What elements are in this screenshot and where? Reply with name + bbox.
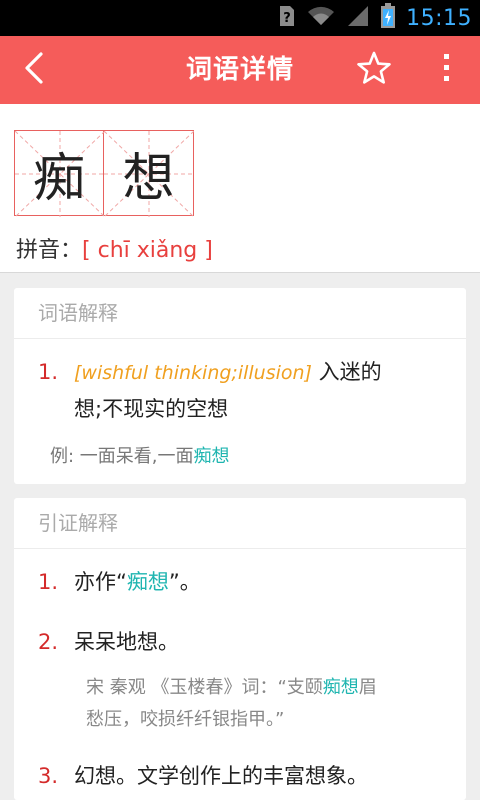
citation-quote: 宋 秦观 《玉楼春》词：“支颐痴想眉 愁压，咬损纤纤银指甲。”	[86, 672, 446, 736]
character: 痴	[32, 148, 85, 209]
svg-text:?: ?	[283, 11, 291, 26]
battery-icon	[380, 3, 396, 33]
character-box: 痴	[14, 130, 105, 217]
more-options-button[interactable]	[422, 46, 470, 94]
page-title: 词语详情	[185, 55, 294, 85]
status-icons: ? 15:15	[278, 0, 472, 36]
character-grid: 痴 想	[14, 130, 194, 217]
definition-number: 1.	[38, 360, 59, 384]
definition-english: [wishful thinking;illusion]	[74, 362, 312, 384]
character: 想	[122, 148, 175, 209]
quote-text-line2: 愁压，咬损纤纤银指甲。”	[86, 709, 285, 730]
pinyin-value: [ chī xiǎng ]	[82, 238, 213, 263]
wifi-icon	[306, 5, 336, 31]
citation-text-pre: 亦作“	[74, 570, 127, 594]
example-link[interactable]: 痴想	[194, 446, 230, 467]
citation-number: 3.	[38, 764, 59, 788]
quote-text-post: 眉	[358, 677, 377, 698]
citations-title: 引证解释	[14, 498, 466, 549]
quote-text-pre: 宋 秦观 《玉楼春》词：“支颐	[86, 677, 323, 698]
favorite-button[interactable]	[350, 46, 398, 94]
status-time: 15:15	[406, 5, 472, 31]
citation-text: 幻想。文学创作上的丰富想象。	[74, 764, 368, 788]
citation-number: 2.	[38, 630, 59, 654]
more-vertical-icon	[441, 52, 451, 88]
example-prefix: 例: 一面呆看,一面	[50, 446, 194, 467]
citations-card: 引证解释 1. 亦作“痴想”。 2. 呆呆地想。 宋 秦观 《玉楼春》词：“支颐…	[14, 498, 466, 800]
citation-number: 1.	[38, 570, 59, 594]
character-box: 想	[104, 130, 194, 217]
citation-link[interactable]: 痴想	[127, 570, 169, 594]
status-bar: ? 15:15	[0, 0, 480, 36]
quote-link[interactable]: 痴想	[323, 677, 359, 698]
star-outline-icon	[356, 51, 392, 89]
example-sentence: 例: 一面呆看,一面痴想	[50, 442, 230, 468]
definitions-card: 词语解释 1. [wishful thinking;illusion] 入迷的 …	[14, 288, 466, 484]
citation-text-post: ”。	[168, 570, 201, 594]
definition-chinese-line2: 想;不现实的空想	[74, 397, 229, 421]
definition-chinese-line1: 入迷的	[318, 360, 382, 384]
citation-text: 亦作“痴想”。	[74, 564, 446, 600]
sim-unknown-icon: ?	[278, 5, 296, 31]
word-header: 痴 想 拼音：[ chī xiǎng ]	[0, 104, 480, 273]
definition-text: [wishful thinking;illusion] 入迷的 想;不现实的空想	[74, 354, 446, 427]
pinyin-label: 拼音：	[16, 238, 83, 263]
citation-text: 呆呆地想。	[74, 630, 179, 654]
pinyin-row: 拼音：[ chī xiǎng ]	[16, 232, 213, 264]
definitions-title: 词语解释	[14, 288, 466, 339]
app-bar: 词语详情	[0, 36, 480, 104]
signal-icon	[346, 5, 370, 31]
